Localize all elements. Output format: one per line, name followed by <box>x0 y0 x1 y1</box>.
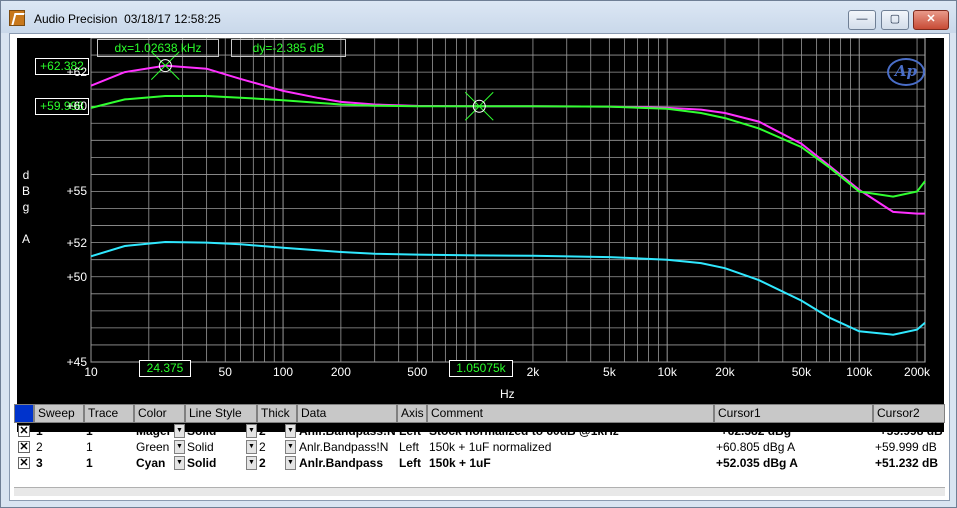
minimize-icon: — <box>856 13 868 25</box>
cell-cursor1[interactable]: *+62.382 dBg <box>714 423 873 439</box>
x-tick-label: 200k <box>904 365 931 379</box>
close-icon: ✕ <box>926 13 936 25</box>
header-sweep[interactable]: Sweep <box>34 404 84 423</box>
dropdown-arrow-icon[interactable]: ▼ <box>174 456 185 470</box>
header-thick[interactable]: Thick <box>257 404 297 423</box>
y-tick-label: +55 <box>66 184 87 199</box>
dropdown-arrow-icon[interactable]: ▼ <box>285 424 296 438</box>
cell-comment[interactable]: 150k + 1uF normalized <box>427 439 714 455</box>
y-axis-title-letter: g <box>22 200 30 214</box>
cell-sweep[interactable]: 3 <box>34 455 84 471</box>
x-tick-label: 5k <box>603 365 616 379</box>
cell-axis[interactable]: Left <box>397 423 427 439</box>
cell-data[interactable]: Anlr.Bandpass <box>297 455 397 471</box>
row-visible-checkbox[interactable]: ✕ <box>18 441 30 453</box>
y-axis-title-letter: B <box>21 184 30 198</box>
dropdown-arrow-icon[interactable]: ▼ <box>285 456 296 470</box>
x-tick-label: 50k <box>791 365 812 379</box>
header-data[interactable]: Data <box>297 404 397 423</box>
cell-color[interactable]: Mager <box>134 423 174 439</box>
cell-color[interactable]: Cyan <box>134 455 174 471</box>
series-line-2 <box>90 95 926 198</box>
cursor1-x-label[interactable]: 24.375 <box>139 360 191 377</box>
x-tick-label: 100k <box>846 365 873 379</box>
cursor2-x-label[interactable]: 1.05075k <box>449 360 513 377</box>
header-color[interactable]: Color <box>134 404 185 423</box>
y-axis-title-letter: d <box>22 168 30 182</box>
x-tick-label: 20k <box>715 365 735 379</box>
cell-sweep[interactable]: 2 <box>34 439 84 455</box>
cell-style[interactable]: Solid <box>185 455 245 471</box>
dropdown-arrow-icon[interactable]: ▼ <box>285 440 296 454</box>
header-cursor2[interactable]: Cursor2 <box>873 404 945 423</box>
x-tick-label: 200 <box>330 365 351 379</box>
cell-cursor2[interactable]: *+59.998 dB <box>873 423 945 439</box>
close-button[interactable]: ✕ <box>913 10 949 30</box>
dropdown-arrow-icon[interactable]: ▼ <box>246 440 257 454</box>
y-axis-title-letter: A <box>21 232 30 246</box>
row-visible-checkbox[interactable]: ✕ <box>18 457 30 469</box>
x-tick-label: 50 <box>218 365 232 379</box>
horizontal-scrollbar[interactable] <box>14 487 945 496</box>
cell-axis[interactable]: Left <box>397 439 427 455</box>
header-select-all[interactable] <box>14 404 34 423</box>
cell-data[interactable]: Anlr.Bandpass!N <box>297 439 397 455</box>
app-name: Audio Precision <box>34 12 118 26</box>
app-window: Audio Precision 03/18/17 12:58:25 — ▢ ✕ … <box>0 0 957 508</box>
x-tick-label: 100 <box>273 365 294 379</box>
maximize-icon: ▢ <box>889 13 901 25</box>
title-bar[interactable]: Audio Precision 03/18/17 12:58:25 — ▢ ✕ <box>1 1 956 33</box>
header-comment[interactable]: Comment <box>427 404 714 423</box>
cell-cursor1[interactable]: +60.805 dBg A <box>714 439 873 455</box>
cell-style[interactable]: Solid <box>185 423 245 439</box>
graph-panel: dx=1.02638 kHz dy=-2.385 dB Ap +62.382 +… <box>9 33 950 501</box>
cell-thick[interactable]: 2 <box>257 455 285 471</box>
dropdown-arrow-icon[interactable]: ▼ <box>246 424 257 438</box>
cell-thick[interactable]: 2 <box>257 423 285 439</box>
dropdown-arrow-icon[interactable]: ▼ <box>246 456 257 470</box>
dropdown-arrow-icon[interactable]: ▼ <box>174 424 185 438</box>
cell-cursor1[interactable]: +52.035 dBg A <box>714 455 873 471</box>
cell-comment[interactable]: Stock normalized to 60dB @1kHz <box>427 423 714 439</box>
ap-logo-icon: Ap <box>887 58 925 86</box>
cell-data[interactable]: Anlr.Bandpass!N <box>297 423 397 439</box>
x-tick-label: 2k <box>526 365 540 379</box>
x-tick-label: 10 <box>84 365 98 379</box>
plot-area[interactable]: dx=1.02638 kHz dy=-2.385 dB Ap +62.382 +… <box>17 38 944 432</box>
window-title: Audio Precision 03/18/17 12:58:25 <box>34 12 221 26</box>
cell-color[interactable]: Green <box>134 439 174 455</box>
cell-cursor2[interactable]: +51.232 dB <box>873 455 945 471</box>
cell-trace[interactable]: 1 <box>84 423 134 439</box>
x-axis-title: Hz <box>500 387 515 401</box>
window-timestamp: 03/18/17 12:58:25 <box>124 12 221 26</box>
row-visible-checkbox[interactable]: ✕ <box>18 425 30 437</box>
cell-axis[interactable]: Left <box>397 455 427 471</box>
cell-trace[interactable]: 1 <box>84 455 134 471</box>
minimize-button[interactable]: — <box>848 10 876 30</box>
cell-sweep[interactable]: 1 <box>34 423 84 439</box>
y-tick-label: +52 <box>66 235 87 250</box>
y-tick-label: +50 <box>66 269 87 284</box>
header-cursor1[interactable]: Cursor1 <box>714 404 873 423</box>
dropdown-arrow-icon[interactable]: ▼ <box>174 440 185 454</box>
maximize-button[interactable]: ▢ <box>881 10 909 30</box>
cell-thick[interactable]: 2 <box>257 439 285 455</box>
dy-readout: dy=-2.385 dB <box>231 39 346 57</box>
audio-precision-icon <box>9 10 25 26</box>
cell-trace[interactable]: 1 <box>84 439 134 455</box>
cell-cursor2[interactable]: +59.999 dB <box>873 439 945 455</box>
header-axis[interactable]: Axis <box>397 404 427 423</box>
cell-comment[interactable]: 150k + 1uF <box>427 455 714 471</box>
series-line-3 <box>90 240 926 336</box>
x-tick-label: 10k <box>657 365 677 379</box>
y-tick-label: +60 <box>66 99 87 114</box>
header-line-style[interactable]: Line Style <box>185 404 257 423</box>
plot-frame <box>90 38 926 363</box>
dx-readout: dx=1.02638 kHz <box>97 39 219 57</box>
header-trace[interactable]: Trace <box>84 404 134 423</box>
y-tick-label: +62 <box>66 65 87 80</box>
x-tick-label: 500 <box>407 365 428 379</box>
cell-style[interactable]: Solid <box>185 439 245 455</box>
